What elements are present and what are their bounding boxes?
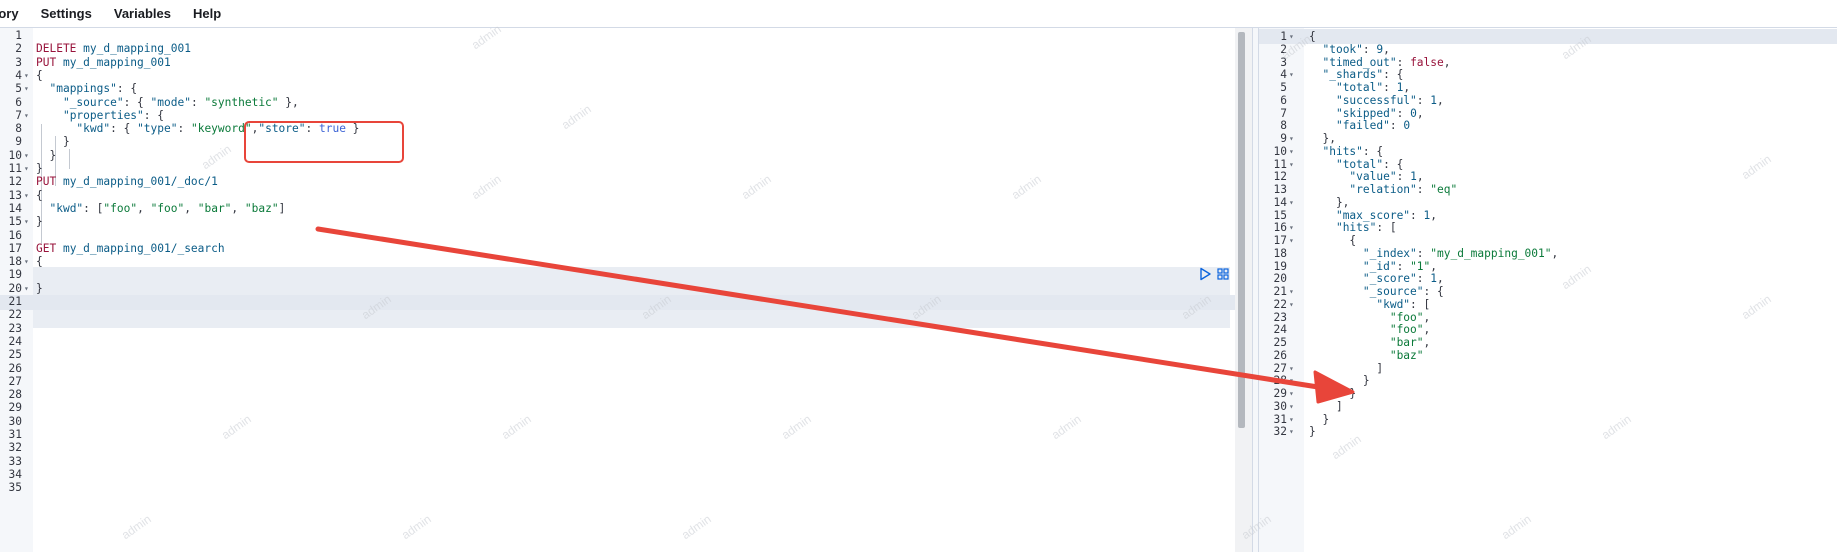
response-viewer: 1 ▾{2 "took": 9, 3 "timed_out": false, 4 ▾ "… — [1259, 28, 1837, 552]
line-number: 32 — [1273, 425, 1287, 439]
request-line: 35 — [0, 480, 1252, 495]
annotation-box — [244, 121, 404, 163]
pane-resizer[interactable] — [1252, 28, 1259, 552]
response-line: 32 ▾} — [1259, 424, 1837, 439]
menu-help[interactable]: Help — [193, 6, 221, 21]
menu-variables[interactable]: Variables — [114, 6, 171, 21]
request-editor[interactable]: 1 2 DELETE my_d_mapping_001 3 PUT my_d_mappi… — [0, 28, 1252, 552]
menu-settings[interactable]: Settings — [41, 6, 92, 21]
menu-history[interactable]: tory — [0, 6, 19, 21]
code-text: } — [1309, 425, 1316, 439]
fold-toggle-icon[interactable]: ▾ — [1289, 424, 1294, 439]
menu-bar: tory Settings Variables Help — [0, 0, 1837, 28]
line-number: 35 — [8, 481, 22, 495]
